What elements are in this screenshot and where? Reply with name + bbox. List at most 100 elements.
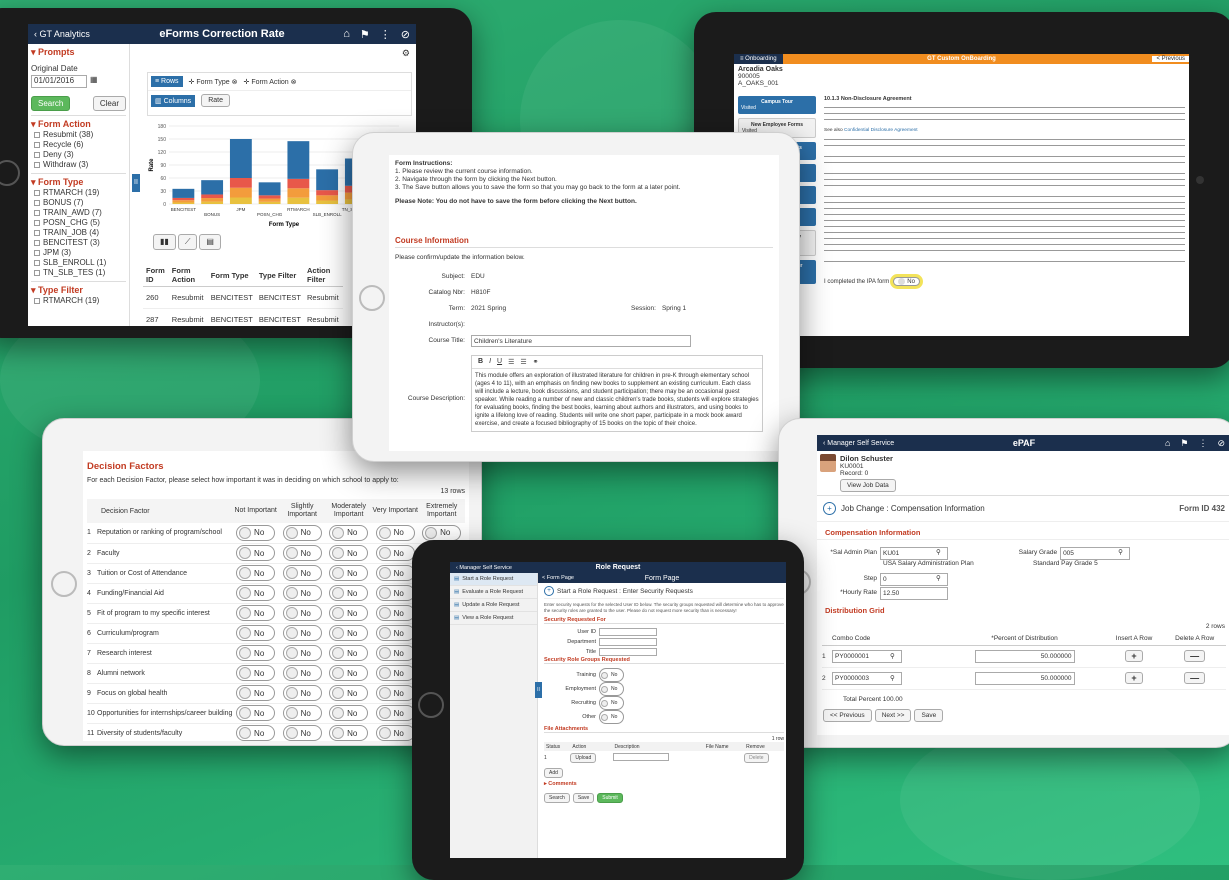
menu-icon[interactable]: ⋮ [1198, 438, 1207, 449]
importance-toggle[interactable]: No [375, 645, 415, 661]
rate-chip[interactable]: Rate [201, 94, 230, 107]
checkbox[interactable] [34, 298, 40, 304]
ordered-list-icon[interactable]: ☰ [508, 358, 514, 366]
bar-segment[interactable] [258, 182, 281, 196]
column-header[interactable]: Slightly Important [279, 499, 326, 523]
table-row[interactable]: 260 Resubmit BENCITEST BENCITEST Resubmit [143, 287, 343, 309]
dept-input[interactable] [599, 638, 657, 646]
link-icon[interactable]: ⚭ [533, 358, 539, 366]
search-button[interactable]: Search [31, 96, 71, 111]
insert-row-button[interactable]: + [1125, 650, 1143, 662]
bar-segment[interactable] [316, 169, 339, 191]
home-button[interactable] [418, 692, 444, 718]
importance-toggle[interactable]: No [375, 524, 415, 541]
column-header[interactable]: Description [613, 742, 704, 751]
importance-toggle[interactable]: No [282, 625, 322, 641]
lookup-icon[interactable]: ⚲ [890, 675, 895, 682]
bar-segment[interactable] [287, 141, 310, 179]
type-filter-header[interactable]: ▾ Type Filter [31, 285, 126, 296]
gear-icon[interactable]: ⚙ [402, 48, 410, 59]
form-type-option[interactable]: POSN_CHG (5) [34, 218, 126, 228]
form-type-option[interactable]: BENCITEST (3) [34, 238, 126, 248]
form-action-option[interactable]: Resubmit (38) [34, 130, 126, 140]
importance-toggle[interactable]: No [375, 545, 415, 561]
checkbox[interactable] [34, 200, 40, 206]
importance-toggle[interactable]: No [375, 665, 415, 681]
bar-segment[interactable] [258, 195, 281, 199]
importance-toggle[interactable]: No [329, 565, 369, 581]
importance-toggle[interactable]: No [236, 585, 276, 601]
column-header[interactable]: Status [544, 742, 570, 751]
checkbox[interactable] [34, 132, 40, 138]
save-button[interactable]: Save [572, 793, 595, 803]
group-toggle[interactable]: No [599, 696, 625, 710]
bold-icon[interactable]: B [478, 358, 483, 366]
form-type-option[interactable]: JPM (3) [34, 248, 126, 258]
previous-button[interactable]: < Previous [1152, 56, 1189, 62]
search-button[interactable]: Search [544, 793, 570, 803]
bar-segment[interactable] [172, 197, 195, 201]
orig-date-input[interactable]: 01/01/2016 [31, 75, 87, 88]
importance-toggle[interactable]: No [329, 685, 369, 701]
comments-toggle[interactable]: ▸ Comments [544, 781, 784, 787]
importance-toggle[interactable]: No [236, 625, 276, 641]
column-header[interactable]: File Name [704, 742, 744, 751]
compass-icon[interactable]: ⊘ [401, 28, 410, 41]
bar-segment[interactable] [258, 198, 281, 202]
column-header[interactable]: Combo Code [832, 632, 944, 645]
lookup-icon[interactable]: ⚲ [890, 653, 895, 660]
menu-icon[interactable]: ⋮ [380, 28, 391, 41]
course-title-input[interactable]: Children's Literature [471, 335, 691, 347]
home-button[interactable] [359, 285, 385, 311]
lookup-icon[interactable]: ⚲ [936, 572, 941, 586]
importance-toggle[interactable]: No [236, 685, 276, 701]
previous-button[interactable]: << Previous [823, 708, 872, 722]
importance-toggle[interactable]: No [329, 665, 369, 681]
checkbox[interactable] [34, 260, 40, 266]
flag-icon[interactable]: ⚑ [360, 28, 370, 41]
importance-toggle[interactable]: No [329, 605, 369, 621]
column-header[interactable]: Action [570, 742, 612, 751]
column-header[interactable]: *Percent of Distribution [944, 632, 1104, 645]
percent-input[interactable]: 50.000000 [974, 649, 1075, 663]
bar-segment[interactable] [201, 201, 224, 204]
form-type-option[interactable]: TRAIN_JOB (4) [34, 228, 126, 238]
importance-toggle[interactable]: No [282, 585, 322, 601]
percent-input[interactable]: 50.000000 [974, 671, 1075, 685]
checkbox[interactable] [34, 270, 40, 276]
importance-toggle[interactable]: No [282, 645, 322, 661]
importance-toggle[interactable]: No [375, 685, 415, 701]
importance-toggle[interactable]: No [236, 645, 276, 661]
collapse-handle[interactable]: II [535, 682, 542, 698]
cda-link[interactable]: Confidential Disclosure Agreement [844, 128, 918, 133]
importance-toggle[interactable]: No [375, 625, 415, 641]
bar-segment[interactable] [229, 139, 252, 178]
bullet-list-icon[interactable]: ☰ [520, 358, 526, 366]
description-editor[interactable]: B I U ☰ ☰ ⚭ This module offers an exploration… [471, 355, 763, 432]
insert-row-button[interactable]: + [1125, 672, 1143, 684]
group-toggle[interactable]: No [599, 668, 625, 682]
upload-button[interactable]: Upload [570, 753, 597, 763]
checkbox[interactable] [34, 190, 40, 196]
home-button[interactable] [51, 571, 77, 597]
calendar-icon[interactable]: ▦ [90, 75, 98, 88]
bar-segment[interactable] [229, 178, 252, 188]
importance-toggle[interactable]: No [236, 725, 276, 741]
delete-row-button[interactable]: — [1184, 650, 1206, 662]
userid-input[interactable] [599, 628, 657, 636]
checkbox[interactable] [34, 230, 40, 236]
column-header[interactable]: Not Important [232, 499, 279, 523]
importance-toggle[interactable]: No [236, 705, 276, 721]
importance-toggle[interactable]: No [375, 565, 415, 581]
column-header[interactable]: Extremely Important [418, 499, 465, 523]
form-type-option[interactable]: TRAIN_AWD (7) [34, 208, 126, 218]
importance-toggle[interactable]: No [282, 665, 322, 681]
column-header[interactable]: Very Important [372, 499, 419, 523]
importance-toggle[interactable]: No [282, 705, 322, 721]
importance-toggle[interactable]: No [329, 625, 369, 641]
importance-toggle[interactable]: No [236, 545, 276, 561]
checkbox[interactable] [34, 152, 40, 158]
importance-toggle[interactable]: No [282, 725, 322, 741]
bar-segment[interactable] [316, 195, 339, 201]
column-header[interactable]: Type Filter [256, 264, 304, 287]
